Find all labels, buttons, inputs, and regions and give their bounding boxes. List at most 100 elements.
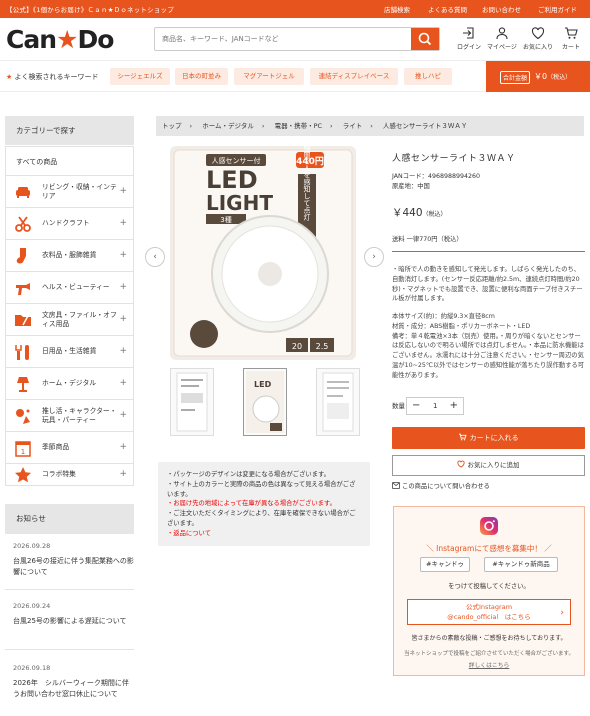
keyword-chip[interactable]: 推しハピ — [404, 68, 452, 85]
quantity-stepper: − 1 + — [406, 397, 464, 415]
add-favorite-button[interactable]: お気に入りに追加 — [392, 455, 585, 476]
category-health[interactable]: ヘルス・ビューティー + — [5, 272, 134, 304]
top-bar: 【公式】《1個からお届け》Ｃａｎ★Ｄｏネットショップ 店舗検索 よくある質問 お… — [0, 0, 590, 18]
thumbnail[interactable] — [170, 368, 214, 436]
instagram-link-button[interactable]: 公式Instagram @cando_official はこちら › — [407, 599, 571, 625]
faq-link[interactable]: よくある質問 — [428, 4, 467, 14]
category-oshikatsu[interactable]: 推し活・キャラクター・玩具・パーティー + — [5, 400, 134, 432]
category-all[interactable]: すべての商品 — [5, 146, 134, 176]
instagram-icon — [480, 517, 498, 535]
expand-icon: + — [119, 442, 127, 452]
expand-icon: + — [119, 314, 127, 324]
keyword-chip[interactable]: 日本の町並み — [175, 68, 228, 85]
login-button[interactable]: ログイン — [453, 26, 485, 51]
category-seasonal[interactable]: 1 季節商品 + — [5, 432, 134, 464]
heart-icon — [531, 27, 545, 40]
hashtag: #キャンドゥ新商品 — [484, 557, 558, 572]
user-icon — [496, 27, 508, 40]
scissors-icon — [15, 216, 31, 232]
cart-icon — [565, 27, 578, 39]
svg-text:LED: LED — [254, 380, 272, 389]
category-clothing[interactable]: 衣料品・服飾雑貨 + — [5, 240, 134, 272]
breadcrumb-link[interactable]: 電器・携帯・PC — [275, 122, 322, 130]
qty-label: 数量 — [392, 402, 405, 410]
product-description: ・暗所で人の動きを感知して発光します。しばらく発光したのち、自動消灯します。(セ… — [392, 266, 585, 379]
svg-text:2.5: 2.5 — [316, 342, 329, 351]
returns-link[interactable]: ・返品について — [167, 529, 361, 539]
keyword-chip[interactable]: マグアートジェル — [234, 68, 304, 85]
expand-icon: + — [119, 282, 127, 292]
search-input[interactable] — [156, 29, 410, 49]
note-text: ・パッケージのデザインは変更になる場合がございます。 — [167, 471, 330, 478]
expand-icon: + — [119, 469, 127, 479]
category-collab[interactable]: コラボ特集 + — [5, 464, 134, 486]
note-text: ・お届け先の地域によって在庫が異なる場合がございます。 — [167, 500, 336, 508]
news-item[interactable]: 2026.09.24 台風25号の影響による遅延について — [5, 602, 134, 650]
expand-icon: + — [119, 186, 127, 196]
expand-icon: + — [119, 378, 127, 388]
svg-text:LED: LED — [206, 166, 258, 194]
minus-button[interactable]: − — [412, 400, 420, 411]
instagram-note: 皆さまからの素敵な投稿・ご感想をお待ちしております。 — [411, 635, 567, 642]
sofa-icon — [16, 187, 30, 198]
chevron-left-icon: ‹ — [153, 252, 157, 262]
cando-logo[interactable]: Can★Do — [6, 25, 114, 54]
breadcrumb-link[interactable]: ライト — [343, 122, 363, 130]
contact-link[interactable]: お問い合わせ — [482, 4, 521, 14]
price: ￥440（税込） — [392, 207, 447, 219]
instagram-heading: ＼ Instagramにて感想を募集中！ ／ — [426, 544, 552, 553]
cart-button[interactable]: カート — [555, 26, 587, 51]
expand-icon: + — [119, 250, 127, 260]
keyword-chip[interactable]: シージェエルズ — [110, 68, 170, 85]
add-to-cart-button[interactable]: カートに入れる — [392, 427, 585, 449]
guide-link[interactable]: ご利用ガイド — [538, 4, 577, 14]
thumbnail-active[interactable]: LED — [243, 368, 287, 436]
mypage-button[interactable]: マイページ — [486, 26, 518, 51]
news-item[interactable]: 2026.09.18 2026年 シルバーウィーク期間に伴うお問い合わせ窓口休止… — [5, 664, 134, 716]
keyword-label: ★ よく検索されるキーワード — [6, 73, 99, 81]
next-image-button[interactable]: › — [364, 247, 384, 267]
news-item[interactable]: 2026.09.28 台風26号の接近に伴う集配業務への影響について — [5, 542, 134, 590]
plus-button[interactable]: + — [450, 400, 458, 411]
cart-icon — [459, 433, 467, 441]
header: Can★Do ログイン マイページ お気に入り カート — [0, 18, 590, 60]
details-link[interactable]: 詳しくはこちら — [394, 660, 584, 669]
cart-total[interactable]: 合計金額 ￥0（税込） — [486, 61, 590, 92]
product-image: 人感センサー付 440円 LED LIGHT 3種 暗闇で人を感知して点灯 20… — [170, 146, 356, 360]
store-search-link[interactable]: 店舗検索 — [384, 4, 410, 14]
category-handcraft[interactable]: ハンドクラフト + — [5, 208, 134, 240]
jan-code: JANコード：4968988994260 — [392, 173, 481, 180]
search-icon — [418, 32, 432, 46]
category-living[interactable]: リビング・収納・インテリア + — [5, 176, 134, 208]
svg-text:暗闇で人を感知して点灯: 暗闇で人を感知して点灯 — [303, 146, 311, 222]
thumbnail[interactable] — [316, 368, 360, 436]
expand-icon: + — [119, 410, 127, 420]
keyword-chip[interactable]: 連結ディスプレイベース — [310, 68, 398, 85]
hashtag: #キャンドゥ — [420, 557, 470, 572]
prev-image-button[interactable]: ‹ — [145, 247, 165, 267]
category-stationery[interactable]: 文房具・ファイル・オフィス用品 + — [5, 304, 134, 336]
quantity-value[interactable]: 1 — [433, 402, 437, 410]
category-daily[interactable]: 日用品・生活雑貨 + — [5, 336, 134, 368]
inquiry-link[interactable]: この商品について問い合わせる — [392, 481, 490, 490]
instagram-box: ＼ Instagramにて感想を募集中！ ／ #キャンドゥ #キャンドゥ新商品 … — [393, 506, 585, 676]
svg-text:LIGHT: LIGHT — [206, 191, 273, 215]
favorites-button[interactable]: お気に入り — [522, 26, 554, 51]
cart-total-label: 合計金額 — [500, 71, 531, 84]
product-title: 人感センサーライト３ＷＡＹ — [392, 154, 516, 164]
lamp-icon — [17, 377, 29, 392]
category-home-digital[interactable]: ホーム・デジタル + — [5, 368, 134, 400]
svg-text:1: 1 — [21, 448, 25, 456]
search-box — [154, 27, 440, 51]
news-header: お知らせ — [5, 504, 134, 534]
search-button[interactable] — [411, 28, 439, 50]
breadcrumb-link[interactable]: ホーム・デジタル — [202, 122, 254, 130]
breadcrumb: トップ › ホーム・デジタル › 電器・携帯・PC › ライト › 人感センサーライト３… — [156, 116, 584, 136]
keyword-bar: ★ よく検索されるキーワード シージェエルズ 日本の町並み マグアートジェル 連… — [0, 60, 590, 92]
chevron-right-icon: › — [372, 252, 376, 262]
heart-icon — [457, 460, 466, 468]
breadcrumb-link[interactable]: トップ — [162, 122, 182, 130]
expand-icon: + — [119, 218, 127, 228]
svg-text:人感センサー付: 人感センサー付 — [212, 156, 261, 165]
login-icon — [463, 27, 474, 39]
